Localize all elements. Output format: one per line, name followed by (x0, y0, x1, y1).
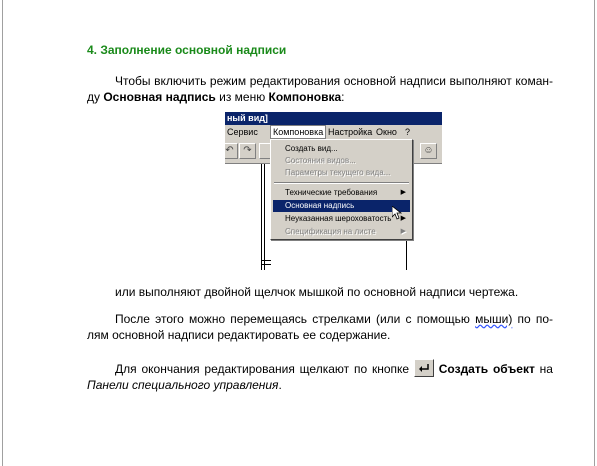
dropdown-item-view-states: Состояния видов... (273, 155, 410, 167)
drawing-line (261, 264, 271, 265)
dropdown-item-label: Спецификация на листе (285, 227, 376, 236)
drawing-line (261, 164, 262, 270)
dropdown-item-view-params: Параметры текущего вида... (273, 167, 410, 179)
drawing-line (264, 164, 265, 270)
command-name-title-block: Основная надпись (103, 90, 216, 104)
paragraph-1-text-b: из меню (215, 90, 269, 104)
dropdown-item-label: Создать вид... (285, 144, 338, 153)
dropdown-item-tech-requirements[interactable]: Технические требования ▶ (273, 187, 410, 199)
dropdown-item-create-view[interactable]: Создать вид... (273, 143, 410, 155)
submenu-arrow-icon: ▶ (400, 189, 406, 196)
paragraph-1-text-c: : (341, 90, 345, 104)
menu-bar: Сервис Компоновка Настройка Окно ? (225, 125, 442, 139)
paragraph-4-text-a: Для окончания редактирования щелкают по … (115, 362, 414, 376)
drawing-line (261, 260, 271, 261)
paragraph-4: Для окончания редактирования щелкают по … (87, 359, 553, 393)
menu-screenshot-figure: ный вид] Сервис Компоновка Настройка Окн… (225, 112, 442, 270)
submenu-arrow-icon: ▶ (400, 228, 406, 235)
undo-icon[interactable]: ↶ (225, 143, 238, 159)
menu-item-help[interactable]: ? (405, 125, 410, 139)
dropdown-item-label: Неуказанная шероховатость (285, 214, 392, 223)
layout-dropdown-menu: Создать вид... Состояния видов... Параме… (270, 139, 413, 240)
paragraph-4-text-c: . (278, 378, 282, 392)
menu-item-window[interactable]: Окно (376, 125, 397, 139)
menu-item-layout[interactable]: Компоновка (270, 125, 327, 139)
panel-name: Панели специального управления (87, 378, 279, 392)
paragraph-1: Чтобы включить режим редактирования осно… (87, 73, 553, 105)
paragraph-4-text-b: на (534, 362, 553, 376)
menu-separator (274, 182, 409, 184)
button-name-create-object: Создать объект (438, 362, 535, 376)
dropdown-item-title-block[interactable]: Основная надпись (273, 200, 410, 212)
dropdown-item-label: Технические требования (285, 188, 378, 197)
paragraph-2: или выполняют двойной щелчок мышкой по о… (115, 285, 519, 299)
dropdown-item-roughness[interactable]: Неуказанная шероховатость ▶ (273, 213, 410, 225)
window-title-bar: ный вид] (225, 112, 442, 125)
spellcheck-word: мыши) (475, 312, 513, 326)
mouse-cursor-icon (392, 206, 402, 220)
menu-name-layout: Компоновка (268, 90, 342, 104)
dropdown-item-label: Параметры текущего вида... (285, 168, 391, 177)
dropdown-item-label: Основная надпись (285, 201, 355, 210)
redo-icon[interactable]: ↷ (239, 143, 256, 159)
paragraph-3-text-a: После этого можно перемещаясь стрелками … (115, 312, 476, 326)
dropdown-item-specification: Спецификация на листе ▶ (273, 226, 410, 238)
dropdown-item-label: Состояния видов... (285, 156, 356, 165)
enter-key-icon[interactable] (413, 359, 434, 377)
menu-item-service[interactable]: Сервис (227, 125, 258, 139)
help-icon[interactable]: ☺ (420, 143, 437, 159)
menu-item-settings[interactable]: Настройка (328, 125, 372, 139)
paragraph-3: После этого можно перемещаясь стрелками … (87, 311, 553, 343)
section-heading: 4. Заполнение основной надписи (87, 43, 287, 57)
